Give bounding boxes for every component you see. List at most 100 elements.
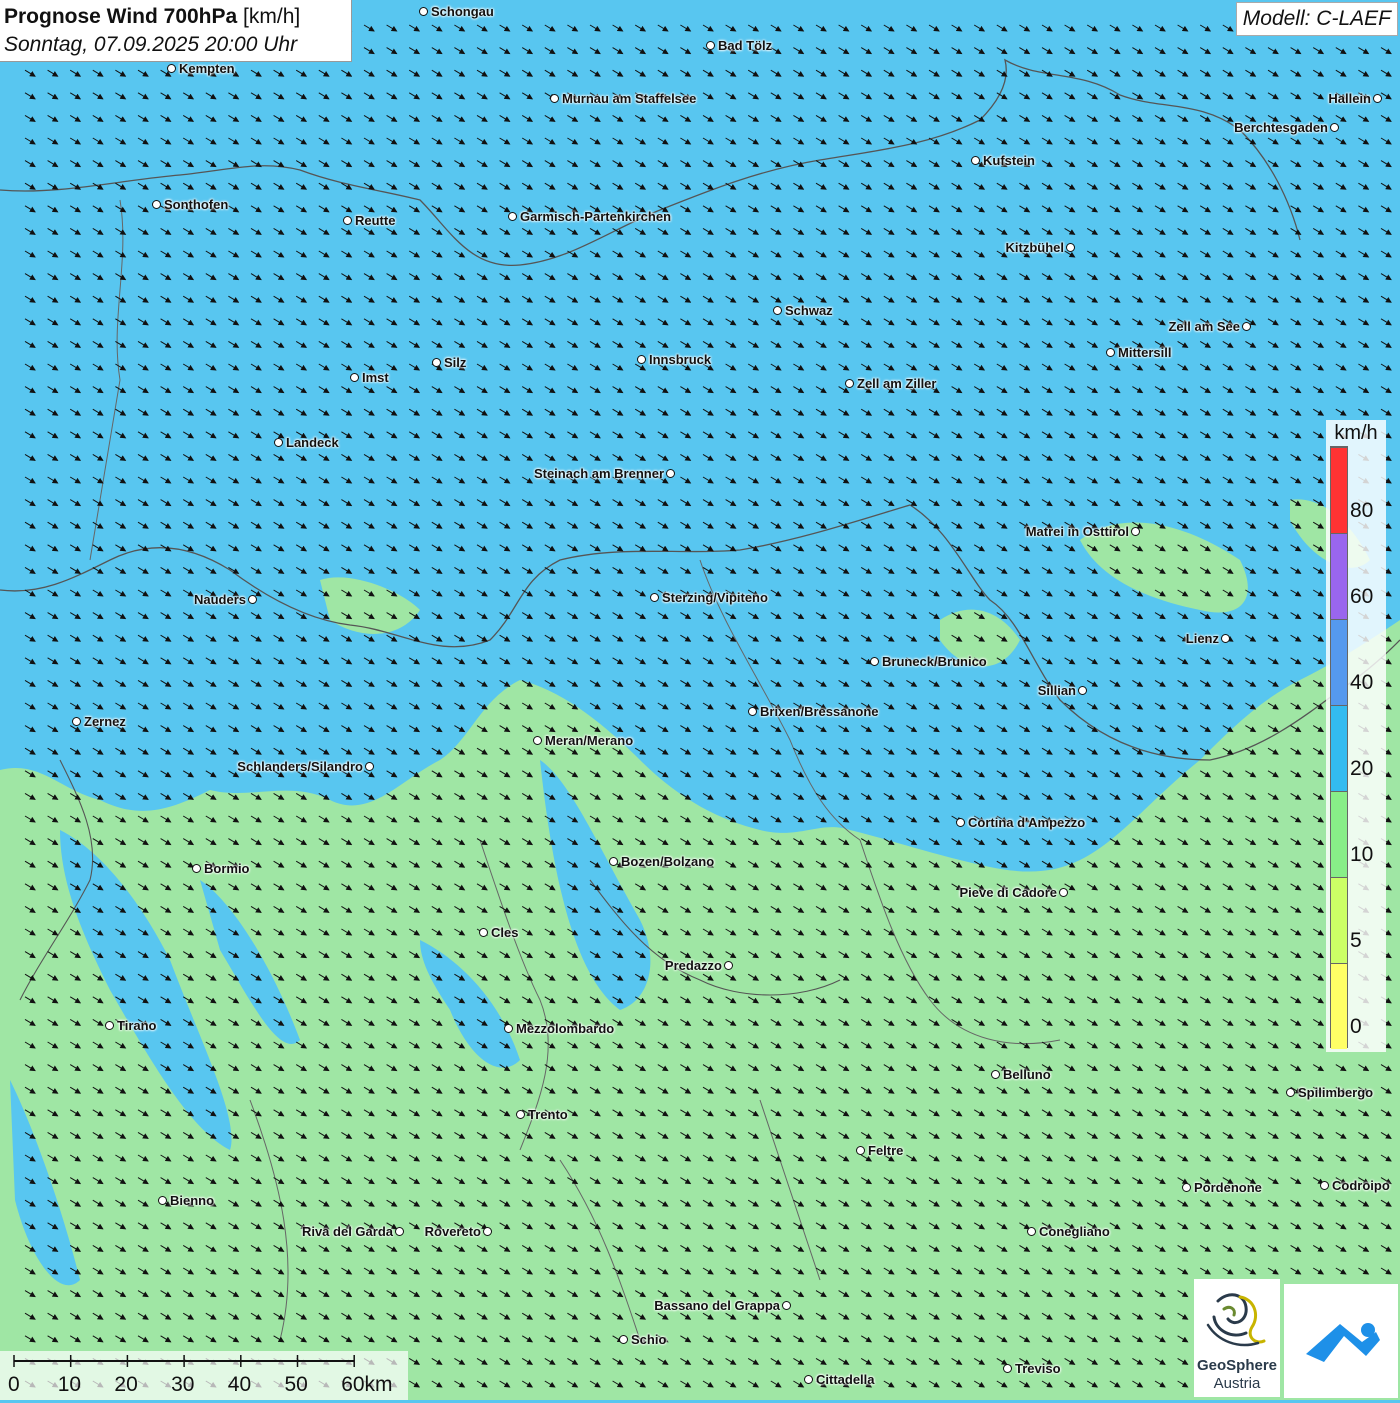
legend-color-segment	[1331, 877, 1347, 963]
city-marker	[1286, 1088, 1295, 1097]
city-marker	[1330, 123, 1339, 132]
legend-tick-label: 10	[1350, 843, 1374, 866]
city-label: Sterzing/Vipiteno	[662, 590, 768, 605]
city-label: Bormio	[204, 861, 250, 876]
city-marker	[350, 373, 359, 382]
city-marker	[856, 1146, 865, 1155]
city-marker	[365, 762, 374, 771]
legend-unit: km/h	[1334, 422, 1378, 444]
city-marker	[1373, 94, 1382, 103]
city-label: Lienz	[1185, 631, 1219, 646]
city-label: Schwaz	[785, 303, 833, 318]
city-label: Garmisch-Partenkirchen	[520, 209, 672, 224]
legend-tick-label: 0	[1350, 1015, 1362, 1038]
city-marker	[666, 469, 675, 478]
city-marker	[550, 94, 559, 103]
scale-label: 30	[171, 1373, 195, 1396]
city-marker	[167, 64, 176, 73]
city-marker	[845, 379, 854, 388]
city-label: Predazzo	[664, 958, 722, 973]
scale-label: 50	[284, 1373, 308, 1396]
city-label: Kempten	[179, 61, 235, 76]
city-marker	[1131, 527, 1140, 536]
city-marker	[619, 1335, 628, 1344]
city-label: Conegliano	[1039, 1224, 1110, 1239]
city-label: Berchtesgaden	[1234, 120, 1328, 135]
city-label: Brixen/Bressanone	[760, 704, 879, 719]
legend-tick-label: 5	[1350, 929, 1362, 952]
city-marker	[1003, 1364, 1012, 1373]
city-label: Treviso	[1015, 1361, 1061, 1376]
city-marker	[650, 593, 659, 602]
city-label: Schio	[631, 1332, 667, 1347]
city-label: Steinach am Brenner	[533, 466, 664, 481]
map-subtitle: Sonntag, 07.09.2025 20:00 Uhr	[4, 33, 298, 56]
city-label: Mittersill	[1118, 345, 1172, 360]
city-marker	[152, 200, 161, 209]
city-label: Sonthofen	[164, 197, 229, 212]
scale-label: 40	[227, 1373, 252, 1396]
city-label: Rovereto	[424, 1224, 481, 1239]
scale-bar: 0 10 20 30 40 50 60km	[0, 1351, 408, 1400]
city-marker	[870, 657, 879, 666]
scale-label: 20	[114, 1373, 138, 1396]
city-marker	[516, 1110, 525, 1119]
city-label: Belluno	[1003, 1067, 1051, 1082]
city-marker	[637, 355, 646, 364]
city-marker	[1078, 686, 1087, 695]
city-marker	[1027, 1227, 1036, 1236]
city-marker	[956, 818, 965, 827]
app-mountain-icon	[1306, 1323, 1380, 1362]
scale-label: 0	[8, 1373, 20, 1396]
map-title-box: Prognose Wind 700hPa [km/h] Sonntag, 07.…	[0, 0, 352, 62]
scale-ruler	[13, 1355, 355, 1367]
app-logo[interactable]	[1284, 1284, 1398, 1398]
legend-color-segment	[1331, 791, 1347, 877]
city-label: Mezzolombardo	[516, 1021, 615, 1036]
city-label: Bruneck/Brunico	[882, 654, 987, 669]
city-label: Landeck	[286, 435, 339, 450]
city-label: Trento	[528, 1107, 568, 1122]
city-label: Cittadella	[816, 1372, 875, 1387]
city-label: Schlanders/Silandro	[237, 759, 363, 774]
logo-name-line1: GeoSphere	[1196, 1357, 1278, 1374]
legend-tick-label: 80	[1350, 499, 1374, 522]
city-label: Cles	[491, 925, 519, 940]
city-label: Kufstein	[983, 153, 1035, 168]
city-marker	[609, 857, 618, 866]
city-label: Kitzbühel	[1005, 240, 1065, 255]
city-label: Innsbruck	[649, 352, 712, 367]
legend-color-segment	[1331, 447, 1347, 533]
city-marker	[1182, 1183, 1191, 1192]
city-marker	[804, 1375, 813, 1384]
legend-tick-label: 20	[1350, 757, 1374, 780]
legend-tick-label: 60	[1350, 585, 1374, 608]
city-label: Imst	[362, 370, 389, 385]
city-label: Reutte	[355, 213, 396, 228]
city-label: Cortina d'Ampezzo	[968, 815, 1086, 830]
city-marker	[508, 212, 517, 221]
city-marker	[419, 7, 428, 16]
city-marker	[706, 41, 715, 50]
city-label: Meran/Merano	[545, 733, 634, 748]
legend-color-segment	[1331, 963, 1347, 1049]
city-marker	[533, 736, 542, 745]
city-label: Pieve di Cadore	[959, 885, 1057, 900]
city-marker	[395, 1227, 404, 1236]
city-label: Bozen/Bolzano	[621, 854, 715, 869]
city-label: Bad Tölz	[718, 38, 773, 53]
city-label: Spilimbergo	[1298, 1085, 1374, 1100]
city-marker	[105, 1021, 114, 1030]
city-label: Nauders	[193, 592, 246, 607]
city-marker	[1320, 1181, 1329, 1190]
city-label: Zernez	[84, 714, 126, 729]
city-marker	[72, 717, 81, 726]
city-marker	[773, 306, 782, 315]
legend-tick-label: 40	[1350, 671, 1374, 694]
geosphere-swirl-icon	[1206, 1293, 1266, 1347]
city-marker	[343, 216, 352, 225]
city-marker	[274, 438, 283, 447]
city-label: Zell am Ziller	[857, 376, 937, 391]
geosphere-logo: GeoSphere Austria	[1194, 1279, 1280, 1397]
city-marker	[748, 707, 757, 716]
